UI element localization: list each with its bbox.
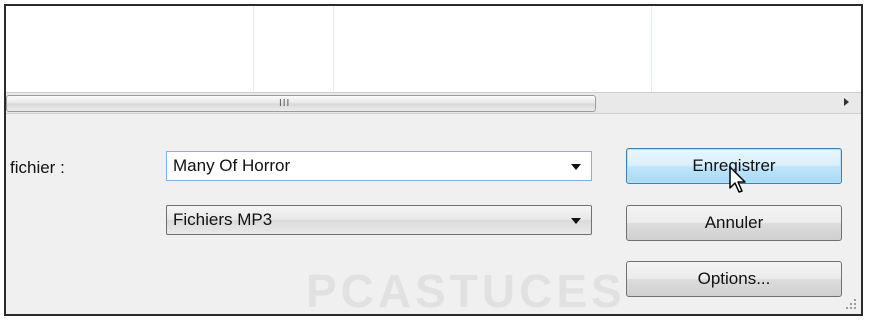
resize-grip-icon[interactable] <box>845 298 857 310</box>
file-type-value: Fichiers MP3 <box>173 210 273 229</box>
dialog-controls: PCASTUCES fichier : Many Of Horror Fichi… <box>6 114 861 314</box>
file-name-combobox[interactable]: Many Of Horror <box>166 151 592 181</box>
column-divider <box>333 6 334 92</box>
scrollbar-grip: III <box>279 98 291 109</box>
file-list[interactable] <box>6 6 861 92</box>
options-button[interactable]: Options... <box>626 261 842 297</box>
horizontal-scrollbar[interactable]: III <box>6 92 861 114</box>
file-type-select[interactable]: Fichiers MP3 <box>166 205 592 235</box>
scroll-right-arrow-icon[interactable] <box>844 98 849 106</box>
mouse-cursor-icon <box>729 166 746 193</box>
watermark: PCASTUCES <box>306 265 626 316</box>
column-divider <box>253 6 254 92</box>
chevron-down-icon[interactable] <box>571 164 581 170</box>
column-divider <box>651 6 652 92</box>
file-name-value: Many Of Horror <box>173 156 291 175</box>
chevron-down-icon[interactable] <box>571 218 581 224</box>
cancel-button[interactable]: Annuler <box>626 205 842 241</box>
scrollbar-thumb[interactable]: III <box>6 95 596 112</box>
file-name-label: fichier : <box>10 158 65 177</box>
save-dialog: III PCASTUCES fichier : Many Of Horror F… <box>4 4 863 316</box>
